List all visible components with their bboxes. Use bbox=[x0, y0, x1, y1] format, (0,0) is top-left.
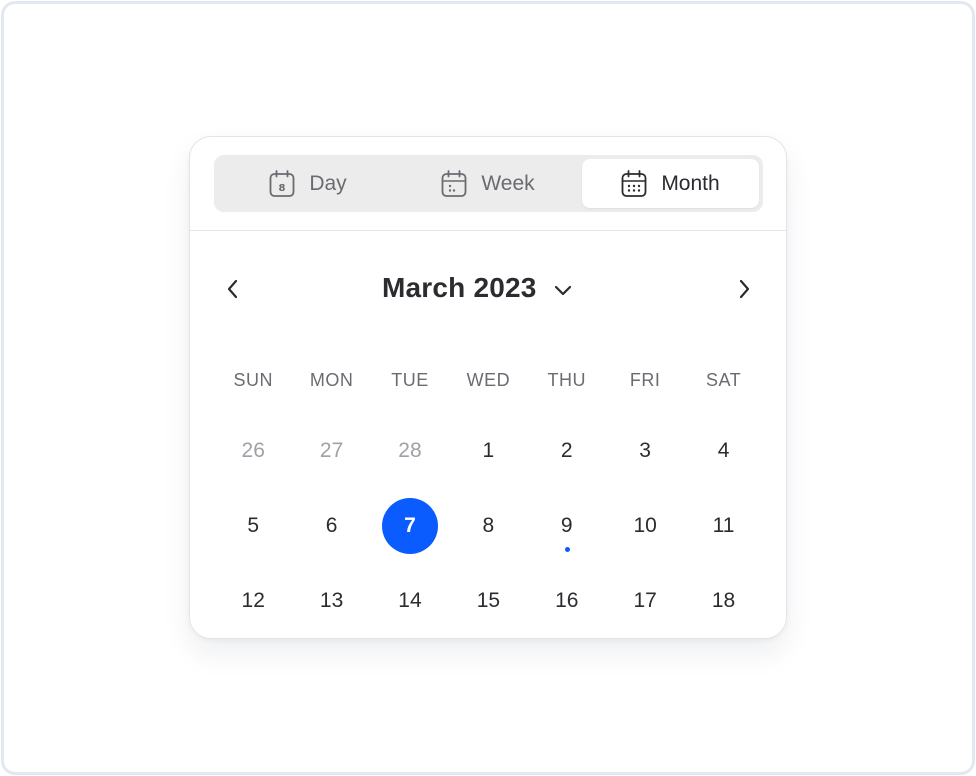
day-cell[interactable]: 18 bbox=[684, 572, 762, 630]
weekday-label: SUN bbox=[233, 370, 273, 390]
day-cell[interactable]: 6 bbox=[292, 497, 370, 555]
next-month-button[interactable] bbox=[730, 277, 758, 305]
tab-month[interactable]: Month bbox=[582, 159, 759, 208]
day-cell[interactable]: 10 bbox=[606, 497, 684, 555]
weekday-label: FRI bbox=[629, 370, 661, 390]
day-cell[interactable]: 5 bbox=[214, 497, 292, 555]
day-cell[interactable]: 17 bbox=[606, 572, 684, 630]
calendar-week-icon bbox=[441, 169, 467, 198]
tab-week[interactable]: Week bbox=[398, 159, 578, 208]
event-indicator-dot bbox=[564, 547, 570, 552]
day-cell[interactable]: 11 bbox=[684, 497, 762, 555]
day-cell[interactable]: 27 bbox=[292, 422, 370, 480]
day-cell[interactable]: 26 bbox=[214, 422, 292, 480]
svg-text:8: 8 bbox=[279, 183, 286, 194]
weekday-label: WED bbox=[466, 370, 511, 390]
day-cell-selected[interactable]: 7 bbox=[371, 497, 449, 555]
chevron-down-icon bbox=[553, 272, 573, 304]
calendar-card: 8 Day Week Month March 2023 SUN MON TUE … bbox=[189, 136, 787, 639]
day-cell[interactable]: 15 bbox=[449, 572, 527, 630]
weekday-label: MON bbox=[309, 370, 354, 390]
weekday-header: SUN MON TUE WED THU FRI SAT bbox=[214, 370, 763, 391]
day-cell[interactable]: 16 bbox=[528, 572, 606, 630]
day-cell[interactable]: 12 bbox=[214, 572, 292, 630]
header-divider bbox=[190, 230, 786, 231]
weekday-label: TUE bbox=[391, 370, 429, 390]
day-cell[interactable]: 8 bbox=[449, 497, 527, 555]
chevron-right-icon bbox=[737, 278, 751, 305]
calendar-day-icon: 8 bbox=[269, 169, 295, 198]
day-cell[interactable]: 9 bbox=[528, 497, 606, 555]
tab-day-label: Day bbox=[309, 171, 347, 195]
day-cell[interactable]: 14 bbox=[371, 572, 449, 630]
day-cell[interactable]: 3 bbox=[606, 422, 684, 480]
month-year-selector[interactable]: March 2023 bbox=[382, 272, 573, 304]
weekday-label: SAT bbox=[705, 370, 742, 390]
prev-month-button[interactable] bbox=[219, 277, 247, 305]
tab-week-label: Week bbox=[481, 171, 535, 195]
weekday-label: THU bbox=[547, 370, 586, 390]
calendar-month-icon bbox=[621, 169, 647, 198]
day-cell[interactable]: 13 bbox=[292, 572, 370, 630]
week-row: 12 13 14 15 16 17 18 bbox=[214, 572, 763, 630]
day-cell[interactable]: 28 bbox=[371, 422, 449, 480]
week-row: 5 6 7 8 9 10 11 bbox=[214, 497, 763, 555]
month-title: March 2023 bbox=[382, 272, 537, 303]
day-cell[interactable]: 1 bbox=[449, 422, 527, 480]
day-cell[interactable]: 2 bbox=[528, 422, 606, 480]
chevron-left-icon bbox=[226, 278, 240, 305]
day-cell[interactable]: 4 bbox=[684, 422, 762, 480]
tab-month-label: Month bbox=[661, 171, 720, 195]
tab-day[interactable]: 8 Day bbox=[218, 159, 398, 208]
week-row: 26 27 28 1 2 3 4 bbox=[214, 422, 763, 480]
view-switcher: 8 Day Week Month bbox=[214, 155, 763, 212]
